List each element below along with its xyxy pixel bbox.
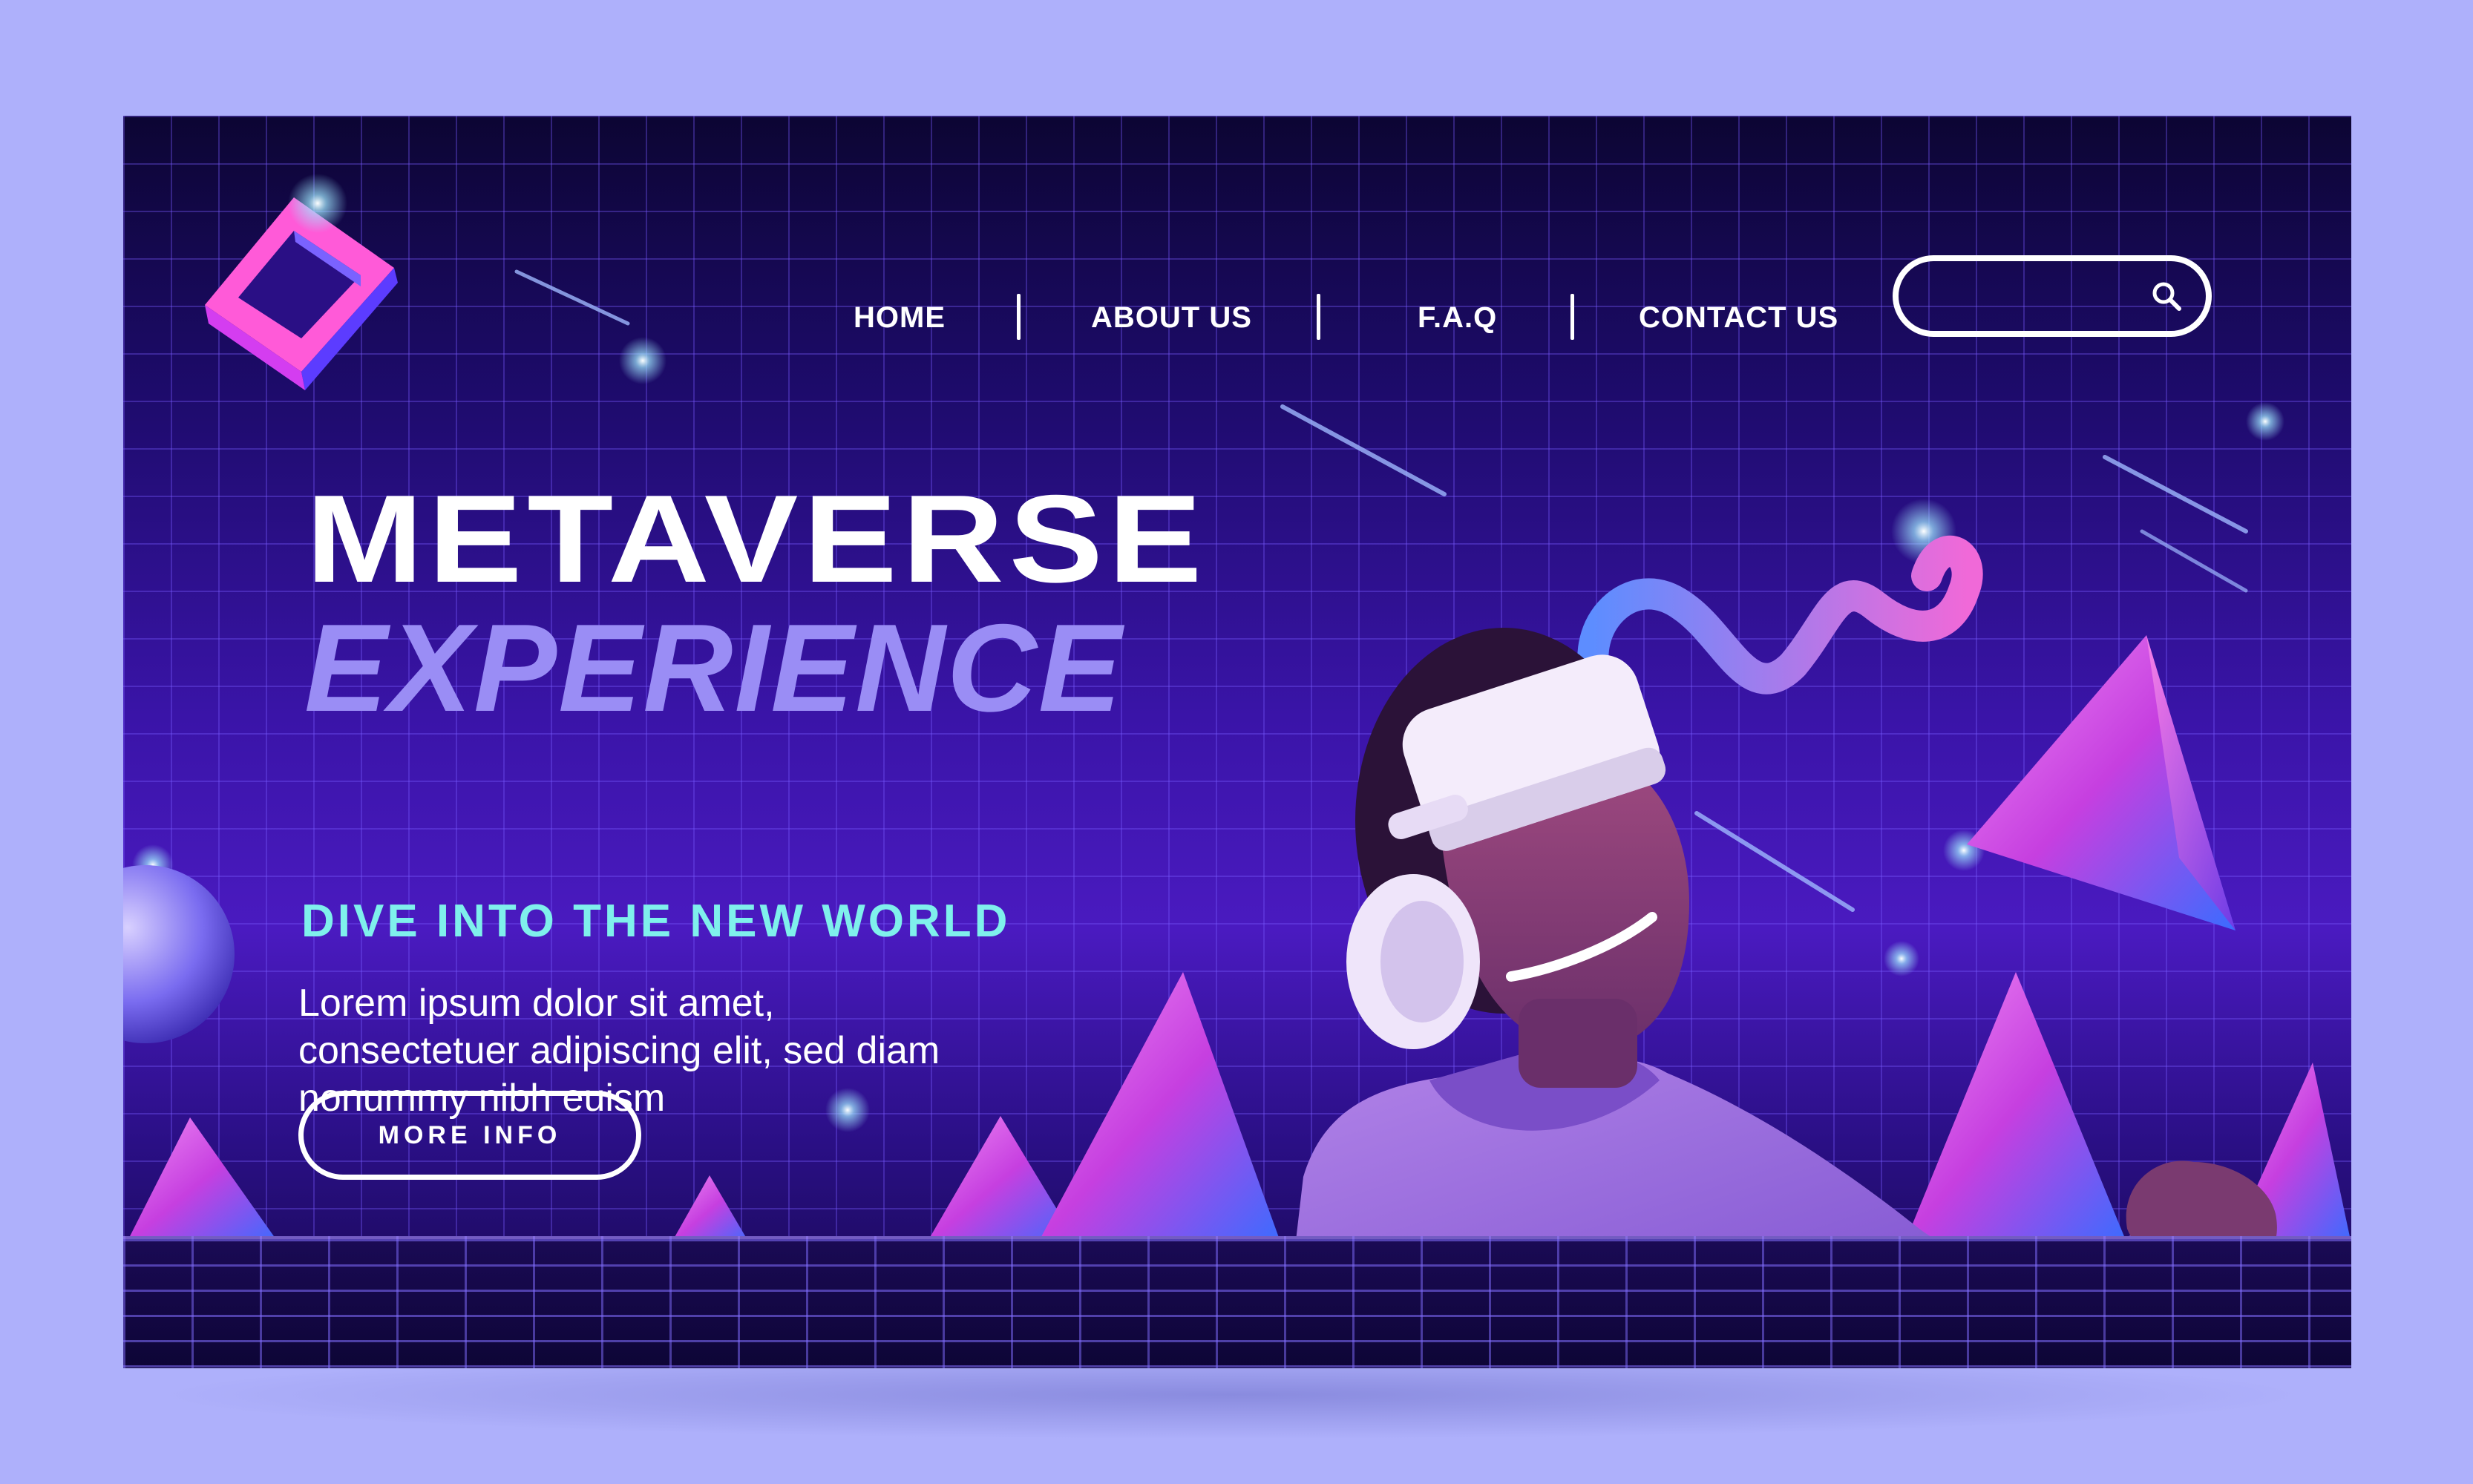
nav-divider [1317,294,1320,340]
hero-card: HOME ABOUT US F.A.Q CONTACT US METAVERSE… [123,116,2351,1368]
more-info-button[interactable]: MORE INFO [298,1091,641,1180]
nav-divider [1570,294,1574,340]
search-box[interactable] [1893,255,2212,337]
sphere-shape [123,865,235,1043]
hero-title: METAVERSE [306,469,1208,608]
hero-subtitle: EXPERIENCE [304,598,1123,738]
hero-description-line: Lorem ipsum dolor sit amet, [298,982,775,1025]
nav-contact-us[interactable]: CONTACT US [1639,301,1838,335]
nav-home[interactable]: HOME [854,301,946,335]
grid-floor [123,1236,2351,1368]
search-icon[interactable] [2149,279,2184,313]
wave-ribbon-shape [1577,535,1983,695]
nav-about-us[interactable]: ABOUT US [1091,301,1252,335]
nav-faq[interactable]: F.A.Q [1418,301,1497,335]
nav-divider [1017,294,1021,340]
search-input[interactable] [1921,276,2146,318]
floating-pyramid-shape [1967,635,2235,930]
page: HOME ABOUT US F.A.Q CONTACT US METAVERSE… [0,0,2473,1484]
hero-description-line: consectetuer adipiscing elit, sed diam [298,1029,940,1072]
hero-tagline: DIVE INTO THE NEW WORLD [301,896,1011,947]
